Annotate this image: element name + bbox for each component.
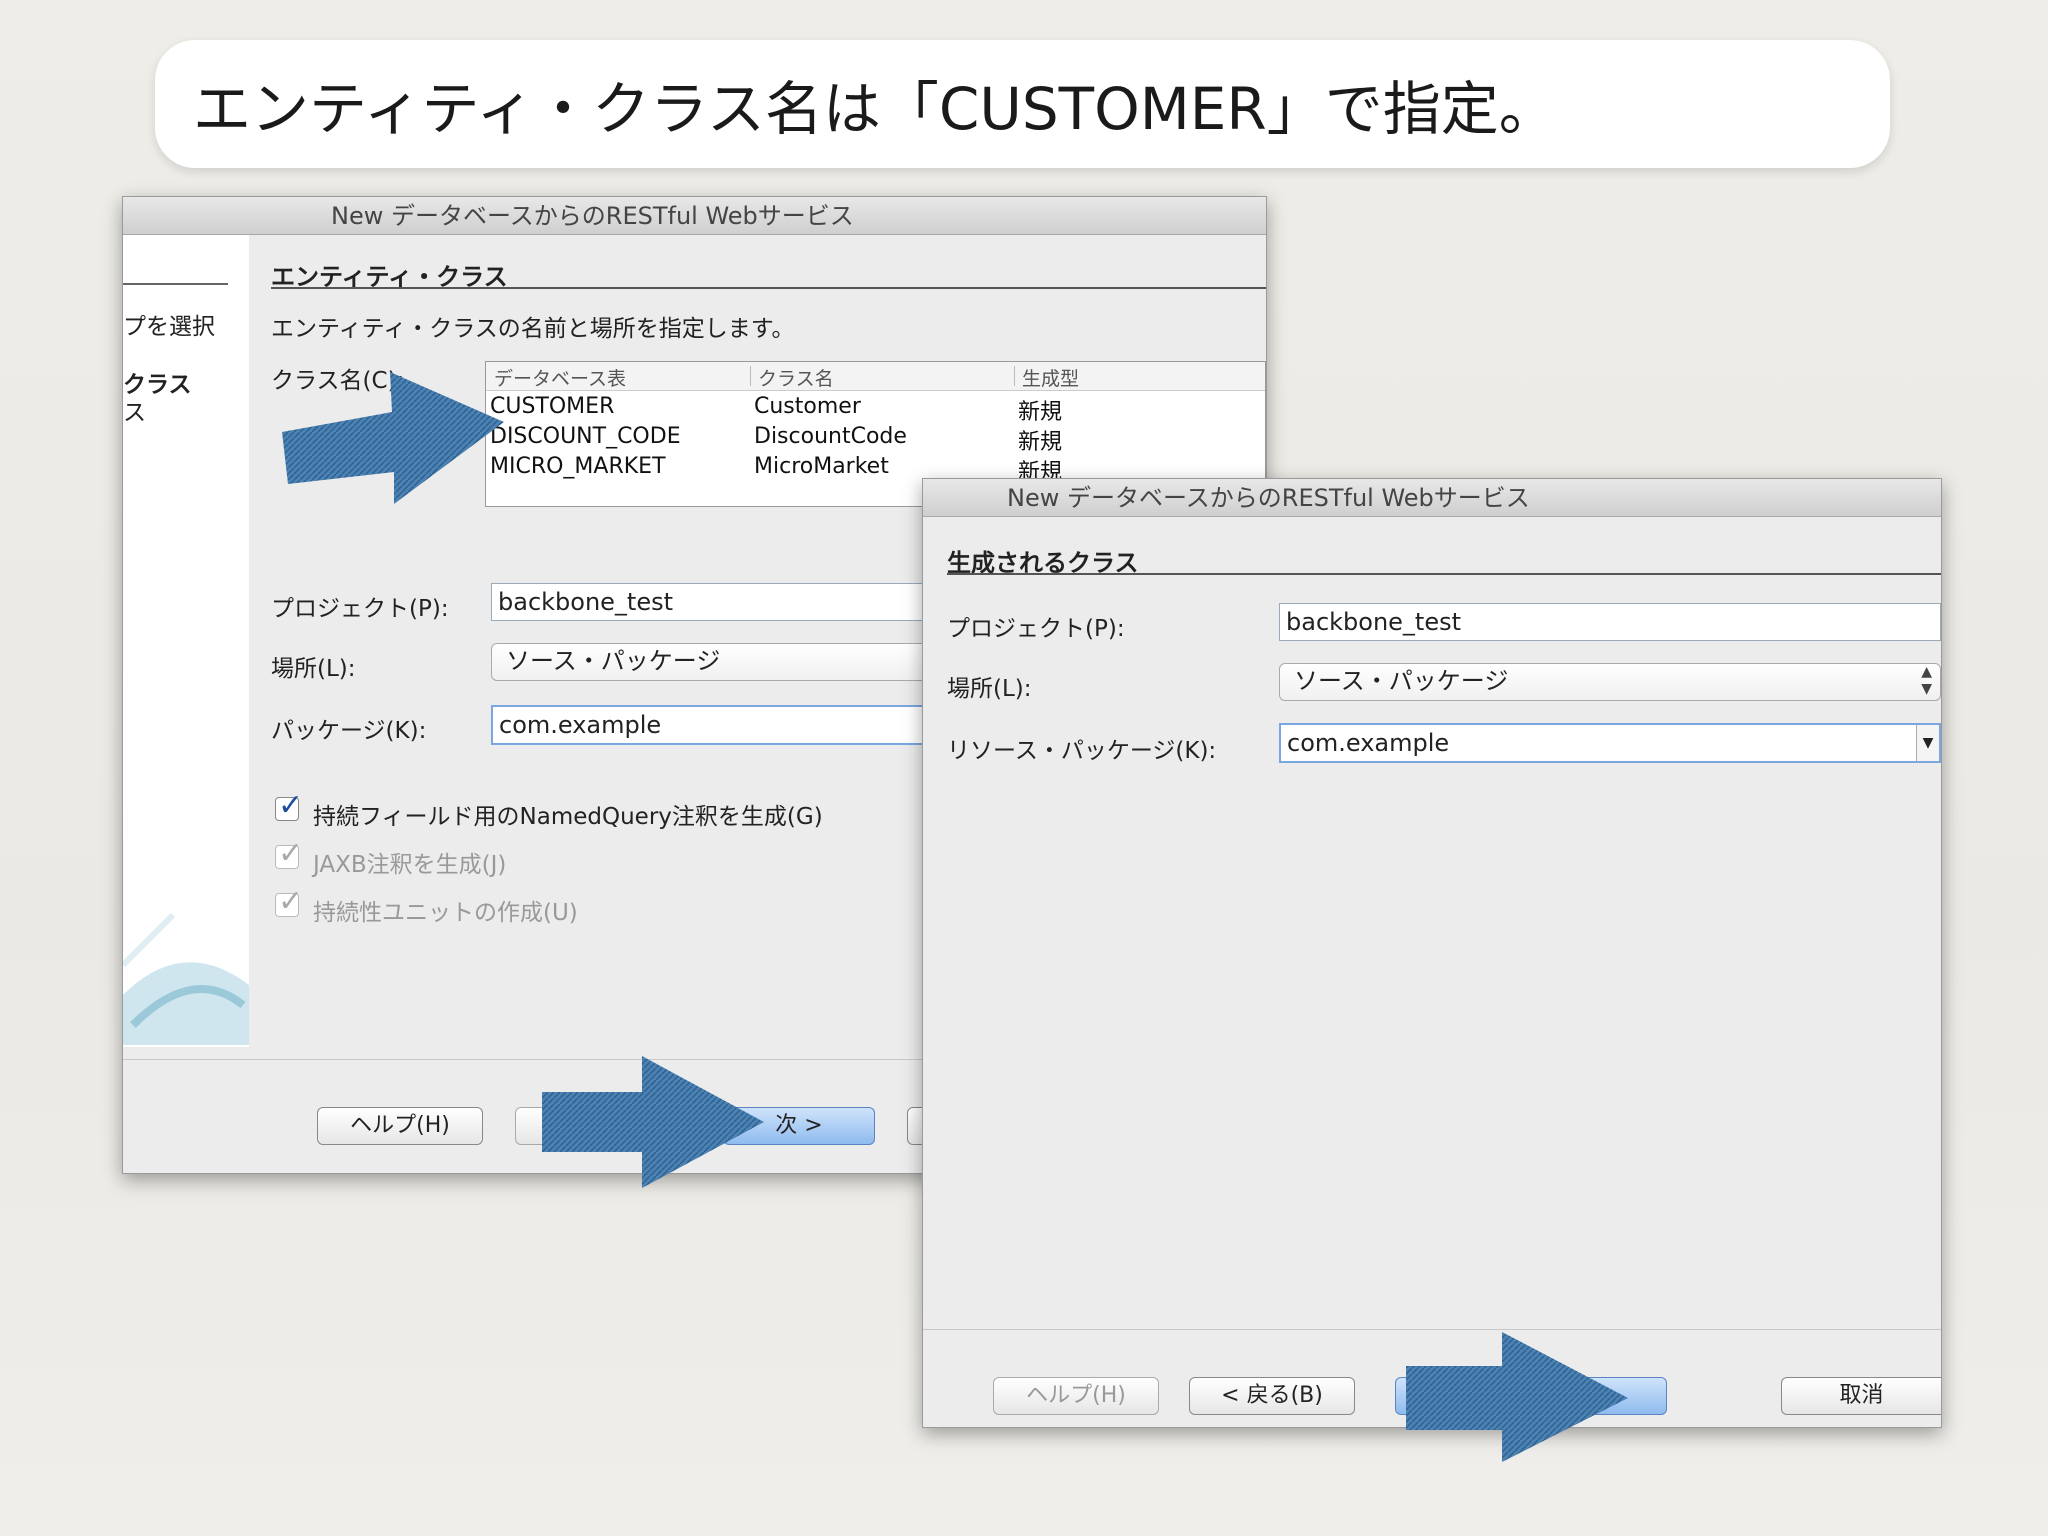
persistence-unit-checkbox-label: 持続性ユニットの作成(U)	[313, 900, 578, 926]
back-button[interactable]: < 戻る(B)	[1189, 1377, 1355, 1415]
annotation-arrow-icon	[542, 1056, 764, 1188]
project-label: プロジェクト(P):	[947, 616, 1125, 642]
package-label: パッケージ(K):	[271, 718, 427, 744]
wizard-decoration-image	[123, 912, 249, 1045]
dialog-titlebar[interactable]: New データベースからのRESTful Webサービス	[123, 197, 1266, 235]
location-select[interactable]: ソース・パッケージ ▲ ▼	[1279, 663, 1941, 701]
slide-title: エンティティ・クラス名は「CUSTOMER」で指定。	[193, 75, 1557, 143]
dialog-title: New データベースからのRESTful Webサービス	[1007, 484, 1530, 512]
help-button[interactable]: ヘルプ(H)	[993, 1377, 1159, 1415]
dialog-generated-classes: New データベースからのRESTful Webサービス 生成されるクラス プロ…	[922, 478, 1942, 1428]
check-icon: ✓	[278, 884, 304, 919]
table-cell: 新規	[1018, 400, 1063, 425]
namedquery-checkbox-label: 持続フィールド用のNamedQuery注釈を生成(G)	[313, 804, 823, 830]
dialog-title: New データベースからのRESTful Webサービス	[331, 202, 854, 230]
table-cell: DiscountCode	[754, 424, 907, 449]
annotation-arrow-icon	[282, 372, 504, 504]
project-label: プロジェクト(P):	[271, 596, 449, 622]
column-header-class-name[interactable]: クラス名	[758, 364, 834, 391]
location-label: 場所(L):	[947, 676, 1032, 702]
location-select-value: ソース・パッケージ	[1294, 667, 1509, 695]
dialog-titlebar[interactable]: New データベースからのRESTful Webサービス	[923, 479, 1941, 517]
persistence-unit-checkbox[interactable]: ✓	[275, 884, 303, 919]
table-cell: DISCOUNT_CODE	[490, 424, 681, 449]
location-label: 場所(L):	[271, 656, 356, 682]
table-cell: CUSTOMER	[490, 394, 615, 419]
help-button[interactable]: ヘルプ(H)	[317, 1107, 483, 1145]
select-arrows-icon: ▲ ▼	[1921, 664, 1932, 697]
table-cell: Customer	[754, 394, 861, 419]
resource-package-field[interactable]: com.example ▼	[1279, 723, 1941, 763]
check-icon: ✓	[278, 788, 304, 823]
jaxb-checkbox[interactable]: ✓	[275, 836, 303, 871]
table-cell: MicroMarket	[754, 454, 889, 479]
resource-package-value: com.example	[1287, 729, 1450, 757]
dropdown-icon[interactable]: ▼	[1916, 725, 1939, 761]
project-field[interactable]: backbone_test	[1279, 603, 1941, 641]
namedquery-checkbox[interactable]: ✓	[275, 788, 303, 823]
resource-package-label: リソース・パッケージ(K):	[947, 738, 1217, 764]
table-cell: MICRO_MARKET	[490, 454, 666, 479]
step-item-next: ス	[123, 400, 146, 426]
annotation-arrow-icon	[1406, 1332, 1628, 1462]
check-icon: ✓	[278, 836, 304, 871]
step-item-select: プを選択	[123, 314, 215, 340]
jaxb-checkbox-label: JAXB注釈を生成(J)	[313, 852, 507, 878]
cancel-button[interactable]: 取消	[1781, 1377, 1941, 1415]
table-cell: 新規	[1018, 430, 1063, 455]
section-description: エンティティ・クラスの名前と場所を指定します。	[271, 316, 795, 342]
steps-sidebar: プを選択 クラス ス	[123, 235, 249, 1047]
column-header-generation-type[interactable]: 生成型	[1022, 364, 1079, 391]
column-header-db-table[interactable]: データベース表	[494, 364, 626, 391]
slide-title-banner: エンティティ・クラス名は「CUSTOMER」で指定。	[155, 40, 1890, 168]
